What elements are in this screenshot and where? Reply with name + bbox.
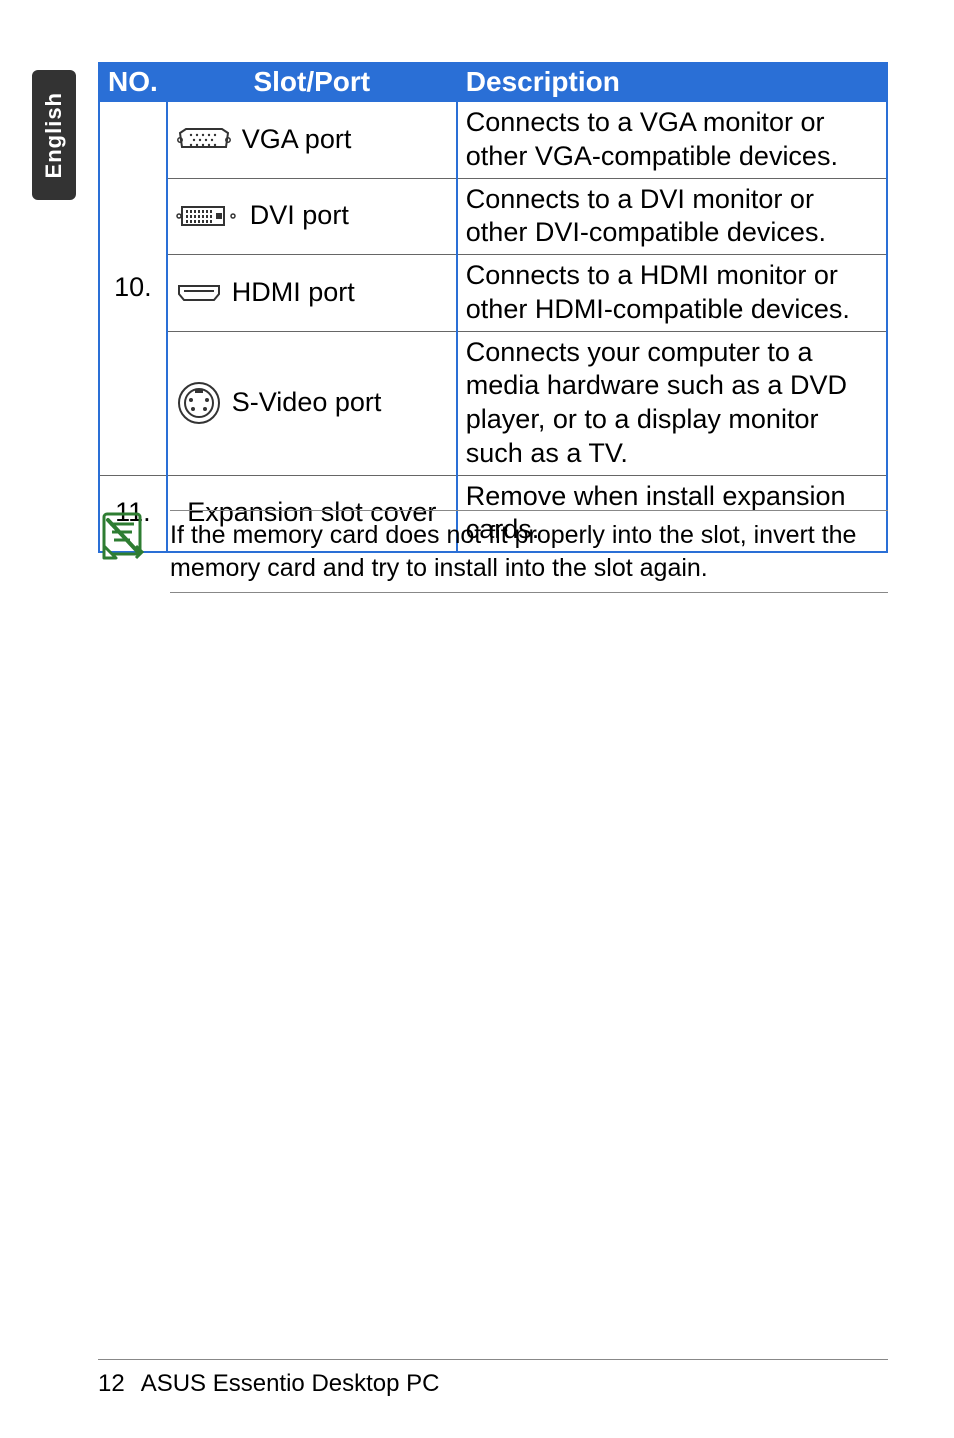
cell-slot-dvi: DVI port — [167, 178, 457, 255]
cell-slot-svideo: S-Video port — [167, 331, 457, 475]
cell-no-10: 10. — [99, 101, 167, 475]
cell-desc-svideo: Connects your computer to a media hardwa… — [457, 331, 887, 475]
footer: 12 ASUS Essentio Desktop PC — [98, 1370, 440, 1398]
footer-title: ASUS Essentio Desktop PC — [141, 1370, 440, 1398]
table-row: DVI port Connects to a DVI monitor or ot… — [99, 178, 887, 255]
page-number: 12 — [98, 1370, 125, 1398]
cell-desc-dvi: Connects to a DVI monitor or other DVI-c… — [457, 178, 887, 255]
ports-table: NO. Slot/Port Description 10. — [98, 62, 888, 553]
hdmi-port-icon — [176, 282, 222, 304]
footer-divider — [98, 1359, 888, 1360]
cell-slot-vga: VGA port — [167, 101, 457, 178]
th-desc: Description — [457, 63, 887, 101]
language-tab: English — [32, 70, 76, 200]
note-block: If the memory card does not fit properly… — [98, 510, 888, 593]
slot-label: HDMI port — [232, 276, 355, 310]
language-tab-label: English — [41, 92, 67, 178]
table-row: S-Video port Connects your computer to a… — [99, 331, 887, 475]
note-icon — [98, 510, 148, 560]
cell-desc-hdmi: Connects to a HDMI monitor or other HDMI… — [457, 255, 887, 332]
vga-port-icon — [176, 125, 232, 155]
slot-label: DVI port — [250, 199, 349, 233]
slot-label: VGA port — [242, 123, 352, 157]
cell-desc-vga: Connects to a VGA monitor or other VGA-c… — [457, 101, 887, 178]
dvi-port-icon — [176, 201, 240, 231]
cell-slot-hdmi: HDMI port — [167, 255, 457, 332]
table-row: 10. — [99, 101, 887, 178]
svideo-port-icon — [176, 380, 222, 426]
note-text: If the memory card does not fit properly… — [170, 510, 888, 593]
th-slot: Slot/Port — [167, 63, 457, 101]
th-no: NO. — [99, 63, 167, 101]
slot-label: S-Video port — [232, 386, 382, 420]
table-row: HDMI port Connects to a HDMI monitor or … — [99, 255, 887, 332]
